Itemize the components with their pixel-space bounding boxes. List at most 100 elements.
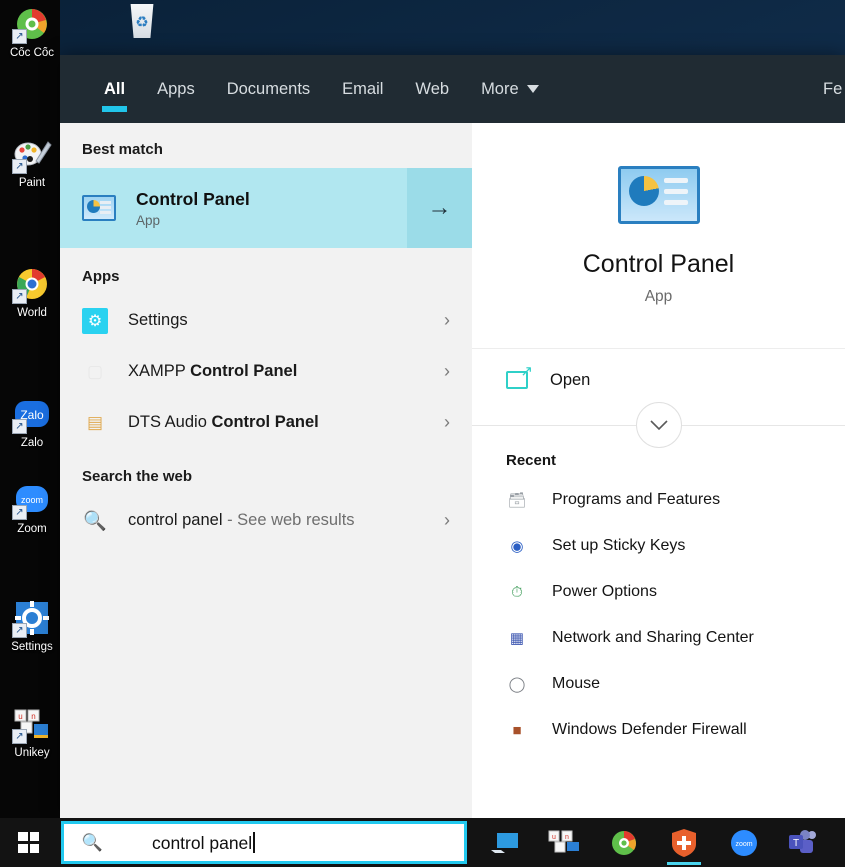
open-action-label: Open	[550, 370, 591, 389]
desktop-icon-label: Settings	[11, 641, 53, 653]
chevron-right-icon: ›	[444, 412, 450, 432]
recycle-bin-icon	[130, 4, 154, 38]
tab-label: Web	[415, 79, 450, 98]
zoom-icon: zoom	[731, 829, 757, 856]
chevron-right-icon: ›	[444, 510, 450, 530]
shortcut-badge-icon: ↗	[12, 729, 27, 744]
chevron-down-icon	[649, 419, 668, 430]
recent-item-power-options[interactable]: ⏱ Power Options	[472, 569, 845, 615]
coccoc-icon	[612, 830, 636, 855]
desktop-icon-paint[interactable]: ↗ Paint	[4, 134, 60, 190]
result-item-web-search[interactable]: 🔍 control panel - See web results ›	[60, 495, 472, 546]
taskbar-tray: u n zoom T	[467, 818, 845, 867]
taskbar-icon-unikey[interactable]: u n	[545, 818, 583, 867]
result-item-label: Settings	[128, 311, 188, 329]
start-button[interactable]	[0, 818, 58, 867]
shortcut-badge-icon: ↗	[12, 159, 27, 174]
recent-item-label: Network and Sharing Center	[552, 629, 754, 646]
recent-item-label: Set up Sticky Keys	[552, 537, 686, 554]
preview-pane: Control Panel App Open Recent 🗃 Programs…	[472, 123, 845, 818]
svg-text:n: n	[31, 712, 35, 721]
shortcut-badge-icon: ↗	[12, 623, 27, 638]
desktop-icon-unikey[interactable]: u n ↗ Unikey	[4, 704, 60, 760]
feedback-link[interactable]: Fe	[823, 55, 845, 123]
taskbar-search-input[interactable]: 🔍 control panel	[60, 821, 467, 864]
desktop-icon-recycle-bin[interactable]	[118, 4, 166, 38]
recent-item-windows-defender-firewall[interactable]: ■ Windows Defender Firewall	[472, 707, 845, 753]
tab-apps[interactable]: Apps	[141, 55, 211, 123]
xampp-icon: ▢	[86, 361, 104, 381]
recent-item-network-and-sharing-center[interactable]: ▦ Network and Sharing Center	[472, 615, 845, 661]
result-item-label: DTS Audio Control Panel	[128, 413, 319, 431]
zoom-icon: zoom ↗	[12, 480, 52, 520]
desktop-icon-settings[interactable]: ↗ Settings	[4, 598, 60, 654]
shortcut-badge-icon: ↗	[12, 289, 27, 304]
sticky-keys-icon: ◉	[510, 538, 524, 555]
svg-text:zoom: zoom	[21, 495, 43, 505]
tab-label: Apps	[157, 79, 195, 98]
shortcut-badge-icon: ↗	[12, 419, 27, 434]
taskbar-icon-shield-security[interactable]	[665, 818, 703, 867]
desktop-icon-label: Zoom	[17, 523, 47, 535]
best-match-subtitle: App	[136, 212, 161, 228]
arrow-right-icon: →	[427, 194, 452, 221]
taskbar-icon-zoom[interactable]: zoom	[725, 818, 763, 867]
svg-text:u: u	[18, 712, 22, 721]
tab-email[interactable]: Email	[326, 55, 399, 123]
desktop-icon-coccoc[interactable]: ↗ Cốc Cốc	[4, 4, 60, 60]
settings-icon: ↗	[12, 598, 52, 638]
desktop-icon-world[interactable]: ↗ World	[4, 264, 60, 320]
svg-text:T: T	[793, 838, 799, 849]
apps-heading: Apps	[82, 268, 120, 285]
best-match-arrow-button[interactable]: →	[407, 168, 472, 248]
result-item-settings[interactable]: ⚙ Settings ›	[60, 295, 472, 346]
svg-text:u: u	[552, 834, 556, 841]
result-item-dts-audio-control-panel[interactable]: ▤ DTS Audio Control Panel ›	[60, 397, 472, 448]
taskbar-icon-task-view[interactable]	[485, 818, 523, 867]
tab-more[interactable]: More	[465, 55, 555, 123]
preview-title: Control Panel	[582, 249, 735, 278]
programs-features-icon: 🗃	[507, 492, 527, 509]
expand-actions-button[interactable]	[635, 402, 682, 448]
preview-hero: Control Panel App	[472, 123, 845, 349]
best-match-row[interactable]: Control Panel App →	[60, 168, 472, 248]
recent-item-set-up-sticky-keys[interactable]: ◉ Set up Sticky Keys	[472, 523, 845, 569]
paint-icon: ↗	[12, 134, 52, 174]
best-match-heading: Best match	[82, 141, 163, 158]
shortcut-badge-icon: ↗	[12, 505, 27, 520]
taskbar-icon-coccoc[interactable]	[605, 818, 643, 867]
tab-documents[interactable]: Documents	[211, 55, 326, 123]
svg-text:n: n	[565, 834, 569, 841]
chevron-down-icon	[526, 85, 539, 93]
coccoc-icon: ↗	[12, 4, 52, 44]
network-sharing-icon: ▦	[509, 630, 525, 647]
preview-divider	[472, 402, 845, 448]
shield-security-icon	[672, 828, 696, 857]
desktop-icon-label: Cốc Cốc	[9, 47, 55, 59]
tab-all[interactable]: All	[88, 55, 141, 123]
windows-start-icon	[18, 832, 40, 853]
taskbar-icon-teams[interactable]: T	[785, 818, 823, 867]
zalo-icon: Zalo ↗	[12, 394, 52, 434]
desktop-icon-zalo[interactable]: Zalo ↗ Zalo	[4, 394, 60, 450]
tab-label: All	[104, 79, 126, 98]
search-panes: Best match Control Panel App → Apps ⚙ Se…	[60, 123, 845, 818]
search-icon: 🔍	[83, 510, 107, 532]
mouse-icon: ◯	[508, 676, 526, 693]
search-tab-bar: All Apps Documents Email Web More Fe	[60, 55, 845, 123]
text-caret	[253, 831, 255, 853]
tab-label: Documents	[226, 79, 311, 98]
tab-web[interactable]: Web	[399, 55, 465, 123]
desktop-icon-label: Unikey	[14, 747, 50, 759]
result-item-label: control panel - See web results	[128, 511, 355, 529]
preview-subtitle: App	[644, 287, 673, 305]
recent-item-label: Windows Defender Firewall	[552, 721, 747, 738]
best-match-main[interactable]: Control Panel App	[60, 168, 407, 248]
recent-item-programs-and-features[interactable]: 🗃 Programs and Features	[472, 477, 845, 523]
result-item-xampp-control-panel[interactable]: ▢ XAMPP Control Panel ›	[60, 346, 472, 397]
desktop-icon-label: World	[17, 307, 47, 319]
desktop-icon-zoom[interactable]: zoom ↗ Zoom	[4, 480, 60, 536]
chevron-right-icon: ›	[444, 310, 450, 330]
recent-item-mouse[interactable]: ◯ Mouse	[472, 661, 845, 707]
open-external-icon	[506, 362, 533, 389]
